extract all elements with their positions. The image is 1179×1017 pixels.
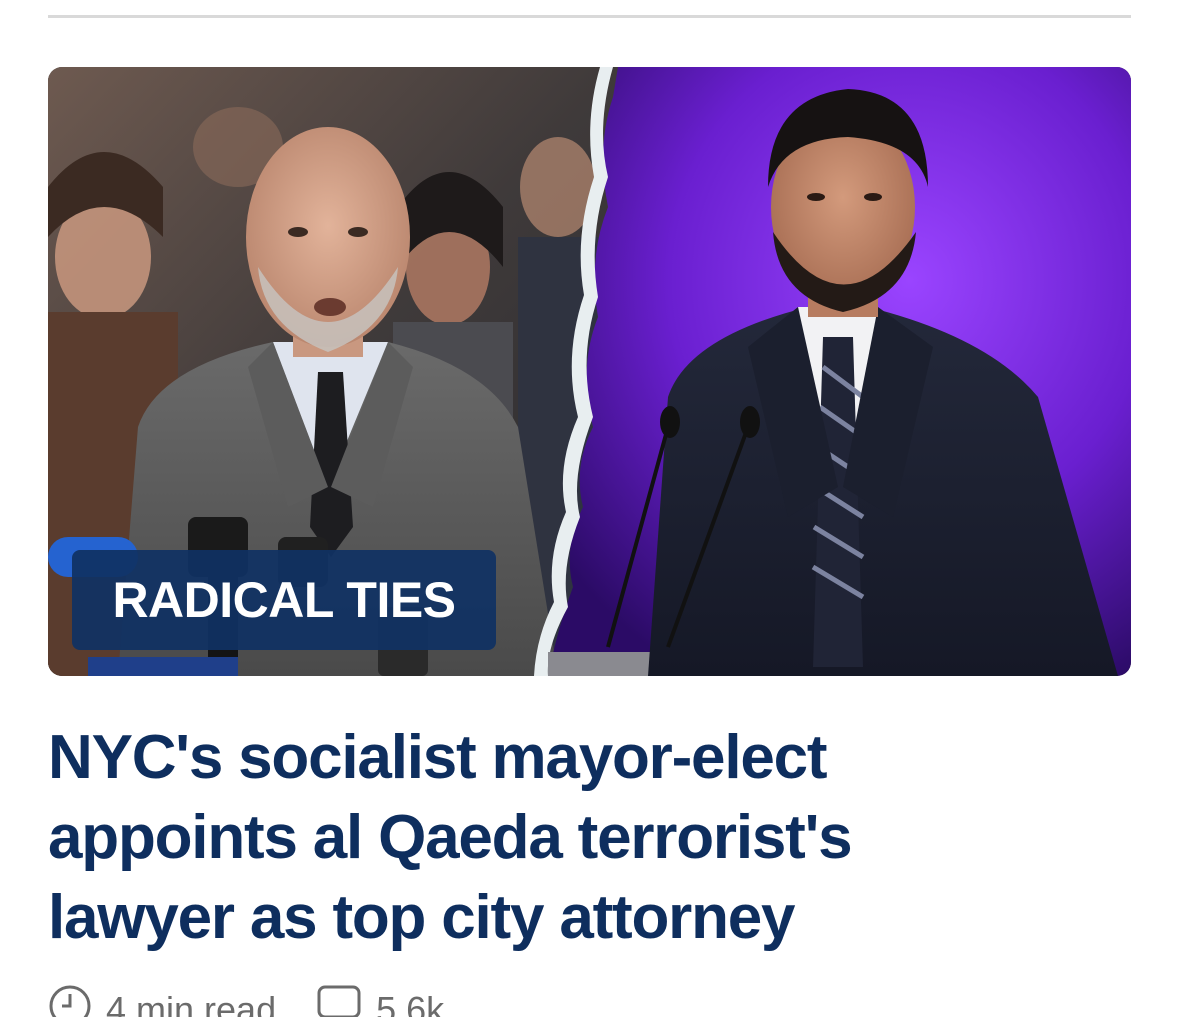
category-badge[interactable]: RADICAL TIES: [72, 550, 496, 650]
comment-count-label: 5.6k: [376, 989, 445, 1017]
comment-icon: [316, 984, 362, 1017]
article-card-page: photo-bald-man-at-press-conference photo…: [0, 0, 1179, 1017]
article-meta: 4 min read 5.6k: [48, 985, 484, 1017]
clock-icon: [48, 984, 92, 1017]
top-divider: [48, 15, 1131, 18]
right-photo: [534, 67, 1131, 676]
read-time: 4 min read: [48, 984, 276, 1017]
read-time-label: 4 min read: [106, 989, 277, 1017]
category-badge-label: RADICAL TIES: [112, 572, 456, 628]
comment-count[interactable]: 5.6k: [316, 984, 444, 1017]
article-headline[interactable]: NYC's socialist mayor-elect appoints al …: [48, 718, 1048, 958]
